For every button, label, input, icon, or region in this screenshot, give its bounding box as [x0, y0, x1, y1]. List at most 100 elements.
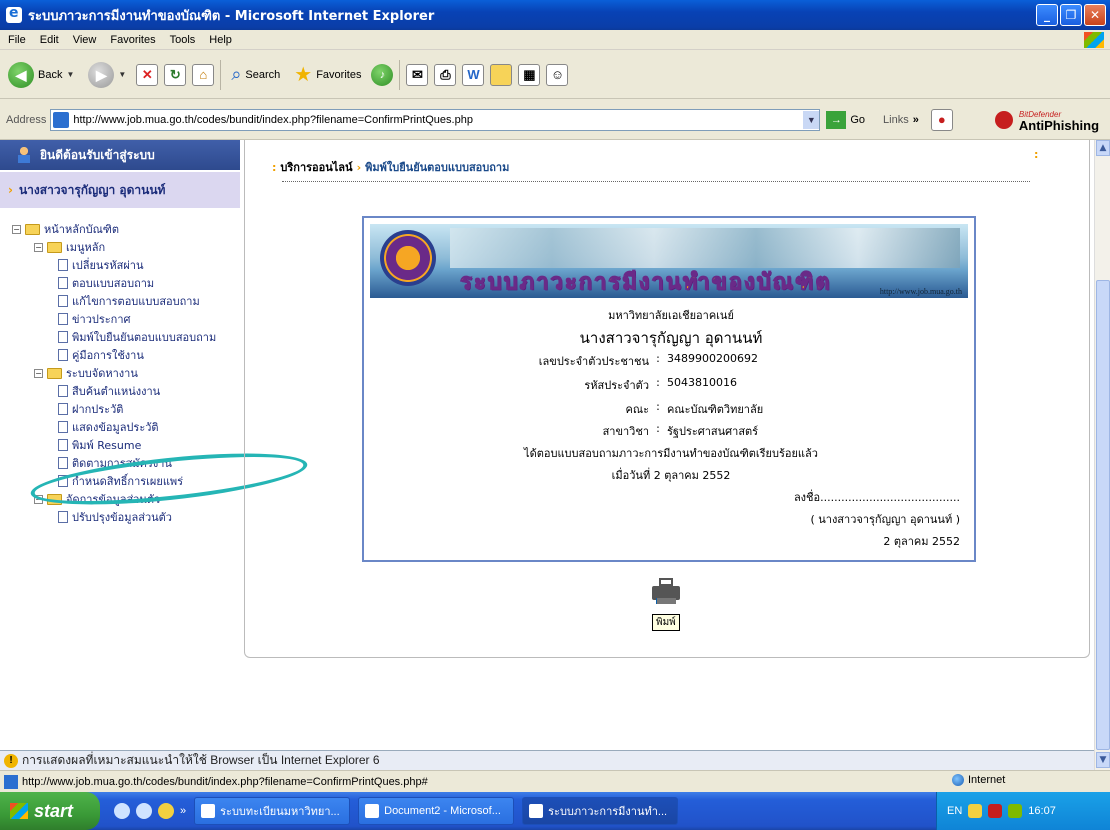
antiphishing-text: AntiPhishing [1018, 117, 1100, 133]
field-value: คณะบัณฑิตวิทยาลัย [667, 403, 764, 416]
tree-item-label: ฝากประวัติ [72, 403, 124, 416]
tree-item-label: แสดงข้อมูลประวัติ [72, 421, 159, 434]
messenger-quicklaunch-icon[interactable] [158, 803, 174, 819]
start-button[interactable]: start [0, 792, 100, 830]
welcome-text: ยินดีต้อนรับเข้าสู่ระบบ [40, 147, 155, 162]
breadcrumb-arrow-icon: › [356, 160, 362, 174]
document-icon [58, 313, 68, 325]
ie-icon [529, 804, 544, 818]
chevron-right-icon[interactable]: » [913, 114, 919, 126]
edit-word-icon[interactable]: W [462, 63, 485, 86]
word-icon [365, 804, 380, 818]
tree-item-manual[interactable]: คู่มือการใช้งาน [12, 346, 240, 364]
media-icon[interactable]: ♪ [371, 63, 394, 86]
tree-item-update-personal[interactable]: ปรับปรุงข้อมูลส่วนตัว [12, 508, 240, 526]
tray-icon[interactable] [988, 804, 1003, 818]
antiphishing-toolbar[interactable]: BitDefender AntiPhishing [994, 109, 1100, 133]
menu-view[interactable]: View [73, 34, 97, 46]
mail-icon[interactable]: ✉ [406, 63, 429, 86]
printer-icon[interactable] [652, 578, 680, 604]
back-button[interactable]: ◀ Back ▼ [4, 57, 78, 93]
address-bar: Address http://www.job.mua.go.th/codes/b… [0, 100, 1110, 140]
tree-item-label: ปรับปรุงข้อมูลส่วนตัว [72, 511, 172, 524]
home-icon[interactable]: ⌂ [192, 63, 215, 86]
collapse-icon[interactable]: − [34, 242, 43, 252]
field-citizen-id: เลขประจำตัวประชาชน : 3489900200692 [364, 352, 978, 370]
banner-photos [450, 228, 960, 268]
menu-help[interactable]: Help [209, 34, 232, 46]
tree-group-main[interactable]: − เมนูหลัก [12, 238, 240, 256]
taskbar-item-registration[interactable]: ระบบทะเบียนมหาวิทยา... [194, 797, 351, 825]
menu-file[interactable]: File [8, 34, 26, 46]
tray-icon[interactable] [968, 804, 983, 818]
go-label: Go [850, 113, 866, 126]
tree-item-print-confirmation[interactable]: พิมพ์ใบยืนยันตอบแบบสอบถาม [12, 328, 240, 346]
ie-quicklaunch-icon[interactable] [114, 803, 130, 819]
chevron-down-icon[interactable]: ▼ [803, 110, 820, 129]
confirmation-certificate: ระบบภาวะการมีงานทำของบัณฑิต http://www.j… [362, 216, 976, 562]
scroll-up-icon[interactable]: ▲ [1096, 140, 1110, 156]
status-bar: http://www.job.mua.go.th/codes/bundit/in… [0, 770, 1110, 792]
pdf-icon[interactable]: ● [930, 108, 953, 131]
tree-item-view-profile[interactable]: แสดงข้อมูลประวัติ [12, 418, 240, 436]
toolbar-separator [399, 59, 401, 90]
tree-item-label: เปลี่ยนรหัสผ่าน [72, 259, 144, 272]
tree-item-print-resume[interactable]: พิมพ์ Resume [12, 436, 240, 454]
tree-item-news[interactable]: ข่าวประกาศ [12, 310, 240, 328]
refresh-icon[interactable]: ↻ [164, 63, 187, 86]
ie-quicklaunch-icon[interactable] [136, 803, 152, 819]
taskbar-item-word[interactable]: Document2 - Microsof... [358, 797, 515, 825]
collapse-icon[interactable]: − [12, 224, 21, 234]
task-label: ระบบภาวะการมีงานทำ... [548, 806, 668, 818]
vertical-scrollbar[interactable]: ▲ ▼ [1094, 140, 1110, 770]
print-icon[interactable]: ⎙ [434, 63, 457, 86]
forward-button[interactable]: ▶ ▼ [84, 57, 130, 93]
certificate-banner: ระบบภาวะการมีงานทำของบัณฑิต http://www.j… [370, 224, 968, 298]
page-icon [4, 774, 18, 789]
folder-icon[interactable] [490, 63, 513, 86]
field-label: สาขาวิชา [602, 425, 649, 438]
breadcrumb-marker: : [272, 160, 277, 174]
address-input[interactable]: http://www.job.mua.go.th/codes/bundit/in… [50, 108, 821, 131]
user-name-bar: › นางสาวจารุกัญญา อุดานนท์ [0, 172, 240, 208]
tree-item-search-jobs[interactable]: สืบค้นตำแหน่งงาน [12, 382, 240, 400]
close-button[interactable]: ✕ [1084, 4, 1106, 26]
language-indicator[interactable]: EN [947, 805, 962, 817]
menu-tools[interactable]: Tools [170, 34, 196, 46]
search-button[interactable]: ⌕ Search [227, 57, 284, 93]
menu-edit[interactable]: Edit [40, 34, 59, 46]
tray-icon[interactable] [1008, 804, 1023, 818]
scrollbar-thumb[interactable] [1096, 280, 1110, 750]
stop-icon[interactable]: ✕ [136, 63, 159, 86]
tree-root[interactable]: − หน้าหลักบัณฑิต [12, 220, 240, 238]
links-button[interactable]: Links [883, 114, 909, 126]
signature-name: ( นางสาวจารุกัญญา อุดานนท์ ) [810, 513, 960, 526]
research-icon[interactable]: ▦ [518, 63, 541, 86]
antiphishing-label: BitDefender AntiPhishing [1018, 109, 1100, 133]
university-emblem-icon [380, 230, 436, 286]
tree-group-jobs[interactable]: − ระบบจัดหางาน [12, 364, 240, 382]
messenger-icon[interactable]: ☺ [546, 63, 569, 86]
signature-line: ลงชื่อ..................................… [793, 491, 960, 504]
taskbar-item-ie[interactable]: ระบบภาวะการมีงานทำ... [522, 797, 679, 825]
sidebar: ยินดีต้อนรับเข้าสู่ระบบ › นางสาวจารุกัญญ… [0, 140, 240, 750]
zone-label: Internet [968, 774, 1006, 786]
completion-statement: ได้ตอบแบบสอบถามภาวะการมีงานทำของบัณฑิตเร… [524, 447, 818, 460]
tree-item-submit-profile[interactable]: ฝากประวัติ [12, 400, 240, 418]
tree-item-edit-survey[interactable]: แก้ไขการตอบแบบสอบถาม [12, 292, 240, 310]
maximize-button[interactable]: ❐ [1060, 4, 1082, 26]
breadcrumb-online-services[interactable]: บริการออนไลน์ [280, 158, 352, 176]
task-label: Document2 - Microsof... [384, 805, 501, 817]
minimize-button[interactable]: _ [1036, 4, 1058, 26]
favorites-label: Favorites [316, 68, 362, 81]
menu-favorites[interactable]: Favorites [110, 34, 155, 46]
chevron-right-icon[interactable]: » [180, 805, 186, 817]
tree-item-change-password[interactable]: เปลี่ยนรหัสผ่าน [12, 256, 240, 274]
scroll-down-icon[interactable]: ▼ [1096, 752, 1110, 768]
tree-item-answer-survey[interactable]: ตอบแบบสอบถาม [12, 274, 240, 292]
favorites-button[interactable]: ★ Favorites [290, 57, 365, 93]
user-icon [18, 147, 30, 163]
windows-flag-icon [10, 803, 28, 819]
go-button[interactable]: → Go [826, 110, 866, 129]
collapse-icon[interactable]: − [34, 368, 43, 378]
